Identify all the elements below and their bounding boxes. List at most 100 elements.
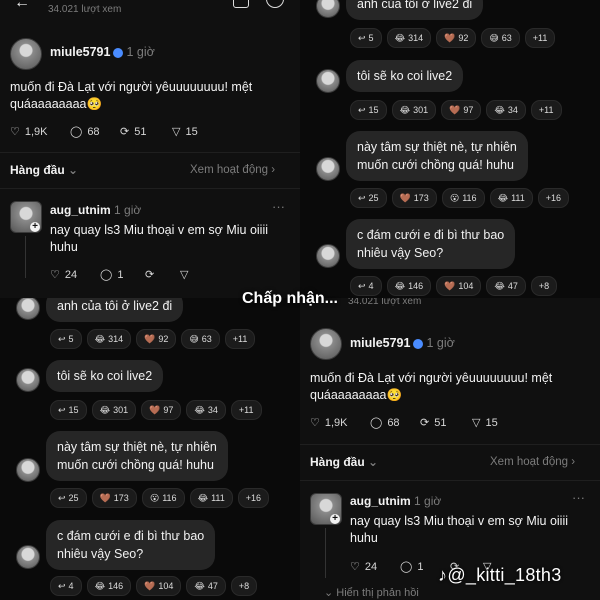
reaction-chip[interactable]: 😂 301 [91,400,137,420]
sort-dropdown[interactable]: Hàng đầu ⌄ [310,455,378,469]
heart-emoji-icon: 🤎 [449,104,461,115]
like-stat[interactable]: ♡ 1,9K [10,125,48,139]
reply-icon: ↩ [58,404,66,415]
more-reactions-chip[interactable]: +16 [537,188,570,208]
verified-badge-icon [113,47,124,58]
follow-plus-icon[interactable]: + [330,514,340,524]
reaction-chip[interactable]: 😂 47 [486,276,526,296]
reply-count-chip[interactable]: ↩ 4 [350,276,382,296]
reply-count-chip[interactable]: ↩ 15 [350,100,387,120]
reply-more-icon[interactable]: ··· [272,199,285,214]
message-bubble[interactable]: c đám cưới e đi bì thư bao nhiêu vậy Seo? [46,520,216,570]
back-arrow-icon[interactable]: ← [14,0,30,12]
reaction-chip[interactable]: 😂 146 [386,276,432,296]
reply-comment-stat[interactable]: ◯ 1 [400,560,423,574]
reply-count-chip[interactable]: ↩ 5 [50,329,82,349]
reaction-chip[interactable]: 😅 63 [181,329,220,349]
username[interactable]: miule5791 [50,45,110,59]
more-reactions-chip[interactable]: +11 [524,28,556,48]
more-reactions-chip[interactable]: +11 [530,100,562,120]
reply-count-chip[interactable]: ↩ 25 [350,188,387,208]
reaction-chip[interactable]: 😂 47 [186,576,226,596]
message-bubble[interactable]: này tâm sự thiệt nè, tự nhiên muốn cưới c… [46,431,228,481]
more-reactions-chip[interactable]: +8 [530,276,558,296]
reaction-chip[interactable]: 😂 111 [189,488,233,508]
reaction-chip[interactable]: 😂 301 [391,100,437,120]
laugh-emoji-icon: 😂 [94,333,106,344]
reaction-chip[interactable]: 😂 314 [386,28,432,48]
reaction-chip[interactable]: 🤎 173 [391,188,437,208]
reply-count-chip[interactable]: ↩ 15 [50,400,87,420]
show-replies-link[interactable]: ⌄ Hiển thị phản hồi [324,586,419,599]
reaction-chip[interactable]: 😂 111 [489,188,533,208]
reaction-chip[interactable]: 🤎 104 [136,576,182,596]
message-bubble[interactable]: tôi sẽ ko coi live2 [46,360,164,392]
reply-comment-stat[interactable]: ◯ 1 [100,268,123,282]
reaction-chip[interactable]: 🤎 92 [436,28,477,48]
comment-stat[interactable]: ◯ 68 [370,416,400,430]
activity-link[interactable]: Xem hoạt động › [490,456,575,468]
message-bubble[interactable]: anh của tôi ở live2 đi [46,298,184,322]
reaction-chip[interactable]: 😂 146 [86,576,132,596]
reaction-chip[interactable]: 😂 34 [186,400,226,420]
reaction-count: 63 [501,33,512,43]
message-bubble[interactable]: tôi sẽ ko coi live2 [346,60,464,92]
reaction-chip[interactable]: 🤎 173 [91,488,137,508]
avatar[interactable] [310,328,342,360]
reaction-chip[interactable]: 😂 314 [86,329,132,349]
activity-link[interactable]: Xem hoạt động › [190,164,275,176]
reaction-count: 111 [511,193,525,203]
reaction-chip[interactable]: 😂 34 [486,100,526,120]
like-stat[interactable]: ♡ 1,9K [310,416,348,430]
reaction-chip[interactable]: 🤎 97 [441,100,482,120]
more-reactions-chip[interactable]: +11 [224,329,256,349]
comment-count: 68 [387,416,400,429]
reaction-chip[interactable]: 🤎 104 [436,276,482,296]
reply-text-line1: nay quay ls3 Miu thoại v em sợ Miu oiiii [350,514,569,528]
send-icon: ▽ [180,269,189,281]
share-stat[interactable]: ▽ 15 [472,416,498,430]
more-icon[interactable] [266,0,284,8]
bell-icon[interactable] [233,0,249,8]
verified-badge-icon [413,338,424,349]
more-reactions-chip[interactable]: +8 [230,576,258,596]
message-bubble[interactable]: này tâm sự thiệt nè, tự nhiên muốn cưới c… [346,131,528,181]
tiktok-logo-icon: ♪ [438,565,448,585]
reaction-count: +11 [532,33,548,43]
reply-count-chip[interactable]: ↩ 25 [50,488,87,508]
reply-like-stat[interactable]: ♡ 24 [350,560,377,574]
comment-stat[interactable]: ◯ 68 [70,125,100,139]
reaction-chip[interactable]: 😅 63 [481,28,520,48]
reaction-chip[interactable]: 😮 116 [441,188,485,208]
tiktok-watermark: ♪@_kitti_18th3 [438,565,562,586]
sort-label: Hàng đầu [310,455,365,469]
repost-stat[interactable]: ⟳ 51 [420,416,446,430]
share-stat[interactable]: ▽ 15 [172,125,198,139]
follow-plus-icon[interactable]: + [30,222,40,232]
reaction-chip[interactable]: 🤎 97 [141,400,182,420]
sort-dropdown[interactable]: Hàng đầu ⌄ [10,163,78,177]
reply-repost-button[interactable]: ⟳ [145,268,154,281]
reply-username[interactable]: aug_utnim [50,203,111,217]
reaction-chip[interactable]: 😮 116 [141,488,185,508]
more-reactions-chip[interactable]: +11 [230,400,262,420]
message-bubble[interactable]: anh của tôi ở live2 đi [346,0,484,20]
reply-more-icon[interactable]: ··· [572,490,585,505]
reply-count-chip[interactable]: ↩ 5 [350,28,382,48]
reaction-count: 97 [163,405,174,415]
avatar[interactable] [10,38,42,70]
username[interactable]: miule5791 [350,336,410,350]
reply-time: 1 giờ [114,203,142,217]
reply-share-button[interactable]: ▽ [180,268,188,281]
message-bubble[interactable]: c đám cưới e đi bì thư bao nhiêu vậy Seo? [346,219,516,269]
repost-stat[interactable]: ⟳ 51 [120,125,146,139]
divider [0,152,300,153]
reply-like-stat[interactable]: ♡ 24 [50,268,77,282]
reply-username[interactable]: aug_utnim [350,494,411,508]
avatar [316,0,340,18]
reaction-chip[interactable]: 🤎 92 [136,329,177,349]
more-reactions-chip[interactable]: +16 [237,488,270,508]
message-text: muốn cưới chồng quá! huhu [57,458,214,472]
reply-count-chip[interactable]: ↩ 4 [50,576,82,596]
activity-link-label: Xem hoạt động [190,164,269,176]
